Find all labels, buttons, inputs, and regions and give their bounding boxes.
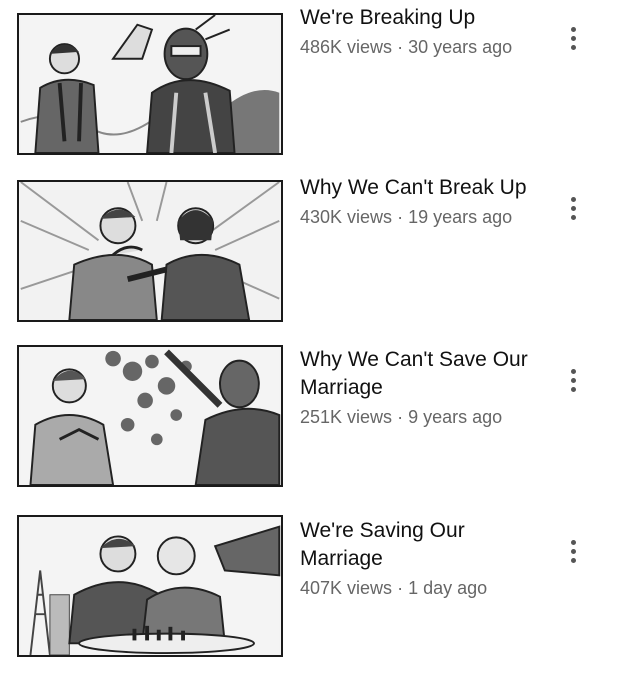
video-thumbnail[interactable] — [17, 515, 283, 657]
video-stats: 251K views · 9 years ago — [300, 404, 550, 430]
stats-separator: · — [397, 37, 404, 57]
video-title[interactable]: We're Breaking Up — [300, 4, 550, 32]
view-count: 486K views — [300, 37, 393, 57]
video-stats: 430K views · 19 years ago — [300, 204, 550, 230]
stats-separator: · — [397, 207, 404, 227]
video-feed: We're Breaking Up 486K views · 30 years … — [0, 0, 623, 680]
video-title[interactable]: Why We Can't Break Up — [300, 174, 550, 202]
video-meta: Why We Can't Break Up 430K views · 19 ye… — [300, 174, 550, 230]
stats-separator: · — [397, 407, 404, 427]
video-stats: 486K views · 30 years ago — [300, 34, 550, 60]
more-vert-icon[interactable] — [563, 190, 583, 226]
view-count: 407K views — [300, 578, 393, 598]
thumbnail-sketch — [20, 347, 281, 485]
upload-age: 19 years ago — [408, 207, 513, 227]
upload-age: 9 years ago — [408, 407, 503, 427]
thumbnail-sketch — [20, 182, 280, 320]
video-title[interactable]: We're Saving Our Marriage — [300, 517, 550, 573]
video-thumbnail[interactable] — [17, 13, 283, 155]
thumbnail-sketch — [20, 517, 281, 655]
video-meta: We're Breaking Up 486K views · 30 years … — [300, 4, 550, 60]
more-vert-icon[interactable] — [563, 362, 583, 398]
upload-age: 1 day ago — [408, 578, 488, 598]
view-count: 251K views — [300, 407, 393, 427]
video-title[interactable]: Why We Can't Save Our Marriage — [300, 346, 550, 402]
video-meta: We're Saving Our Marriage 407K views · 1… — [300, 517, 550, 601]
more-vert-icon[interactable] — [563, 20, 583, 56]
video-thumbnail[interactable] — [17, 345, 283, 487]
video-stats: 407K views · 1 day ago — [300, 575, 550, 601]
video-meta: Why We Can't Save Our Marriage 251K view… — [300, 346, 550, 430]
stats-separator: · — [397, 578, 404, 598]
video-thumbnail[interactable] — [17, 180, 283, 322]
view-count: 430K views — [300, 207, 393, 227]
upload-age: 30 years ago — [408, 37, 513, 57]
thumbnail-sketch — [20, 15, 280, 153]
more-vert-icon[interactable] — [563, 533, 583, 569]
